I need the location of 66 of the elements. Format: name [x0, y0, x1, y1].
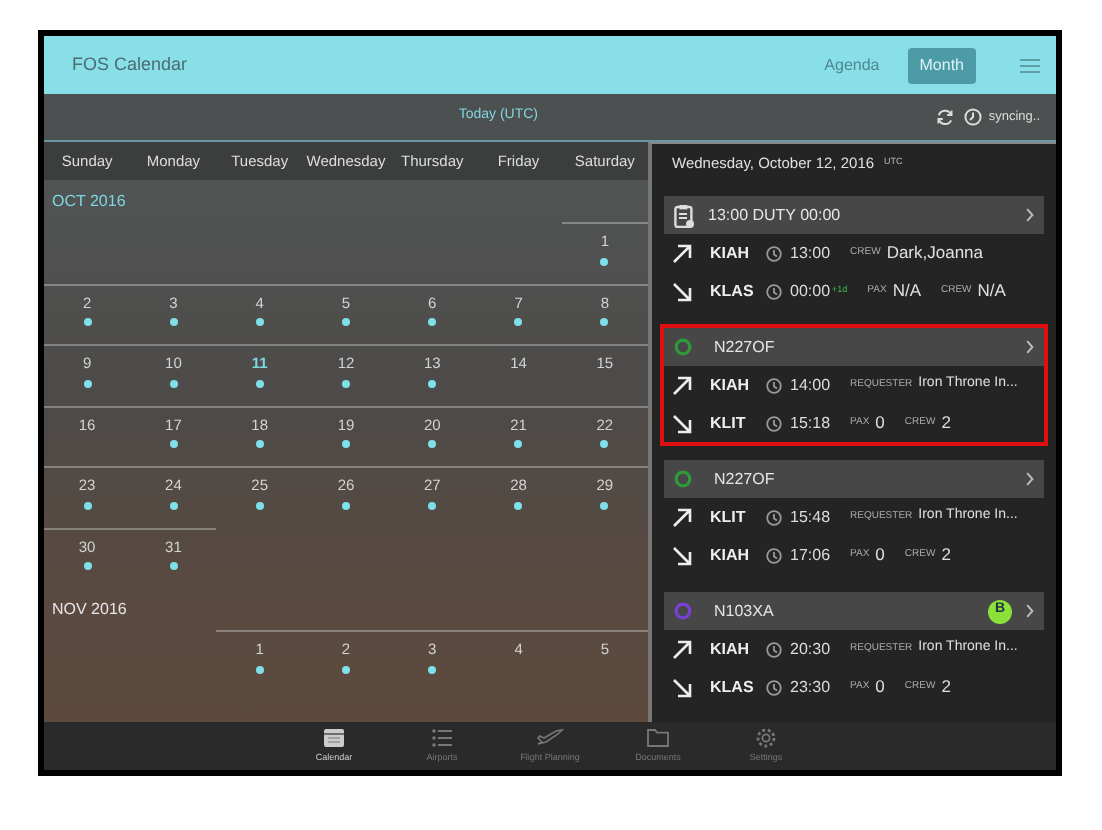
field-value: 0	[875, 542, 885, 568]
list-icon	[430, 726, 454, 750]
time-text: 20:30	[790, 637, 831, 661]
arrival-arrow-icon	[672, 413, 692, 433]
card-title: N227OF	[714, 335, 777, 359]
clock-icon	[766, 509, 782, 525]
time-text: 14:00	[790, 373, 831, 397]
airport-code: KIAH	[710, 637, 752, 661]
time-text: 13:00	[790, 241, 831, 265]
status-ring-icon	[674, 338, 692, 356]
month-label: NOV 2016	[50, 598, 129, 622]
time-text: 17:06	[790, 543, 831, 567]
arrival-arrow-icon	[672, 545, 692, 565]
chevron-icon	[1026, 340, 1034, 354]
departure-arrow-icon	[672, 639, 692, 659]
clock-icon	[766, 415, 782, 431]
app-title: FOS Calendar	[72, 51, 188, 78]
card-header[interactable]: N227OF	[664, 328, 1044, 366]
calendar-icon	[322, 726, 346, 750]
chevron-icon	[1026, 472, 1034, 486]
field-value: 2	[941, 542, 951, 568]
clipboard-icon	[674, 203, 694, 227]
departure-arrow-icon	[672, 243, 692, 263]
arrival-arrow-icon	[672, 281, 692, 301]
arrival-arrow-icon	[672, 677, 692, 697]
status-ring-icon	[674, 602, 692, 620]
folder-icon	[646, 726, 670, 750]
airport-code: KIAH	[710, 543, 752, 567]
time-text: 23:30	[790, 675, 831, 699]
airplane-icon	[536, 726, 564, 750]
clock-icon	[766, 641, 782, 657]
time-text: 00:00	[790, 279, 831, 303]
card-header[interactable]: 13:00 DUTY 00:00	[664, 196, 1044, 234]
card-title: N103XA	[714, 599, 776, 623]
card-title: 13:00 DUTY 00:00	[708, 203, 843, 227]
time-text: 15:48	[790, 505, 831, 529]
airport-code: KLIT	[710, 411, 748, 435]
clock-icon	[766, 245, 782, 261]
airport-code: KIAH	[710, 241, 752, 265]
field-value: N/A	[892, 278, 921, 304]
field-value: 2	[941, 410, 951, 436]
field-value: 0	[875, 410, 885, 436]
clock-icon	[766, 679, 782, 695]
clock-icon	[766, 283, 782, 299]
chevron-icon	[1026, 208, 1034, 222]
field-value: N/A	[977, 278, 1006, 304]
airport-code: KLAS	[710, 279, 756, 303]
clock-icon	[766, 547, 782, 563]
departure-arrow-icon	[672, 507, 692, 527]
airport-code: KIAH	[710, 373, 752, 397]
airport-code: KLIT	[710, 505, 748, 529]
departure-arrow-icon	[672, 375, 692, 395]
card-header[interactable]: N227OF	[664, 460, 1044, 498]
card-title: N227OF	[714, 467, 777, 491]
clock-icon	[766, 377, 782, 393]
airport-code: KLAS	[710, 675, 756, 699]
field-value: Dark,Joanna	[886, 240, 984, 266]
field-value: 0	[875, 674, 885, 700]
month-label: OCT 2016	[50, 190, 128, 214]
time-text: 15:18	[790, 411, 831, 435]
status-ring-icon	[674, 470, 692, 488]
settings-icon	[754, 726, 778, 750]
clock-icon	[964, 108, 983, 126]
refresh-icon[interactable]	[936, 108, 955, 126]
chevron-icon	[1026, 604, 1034, 618]
field-value: 2	[941, 674, 951, 700]
